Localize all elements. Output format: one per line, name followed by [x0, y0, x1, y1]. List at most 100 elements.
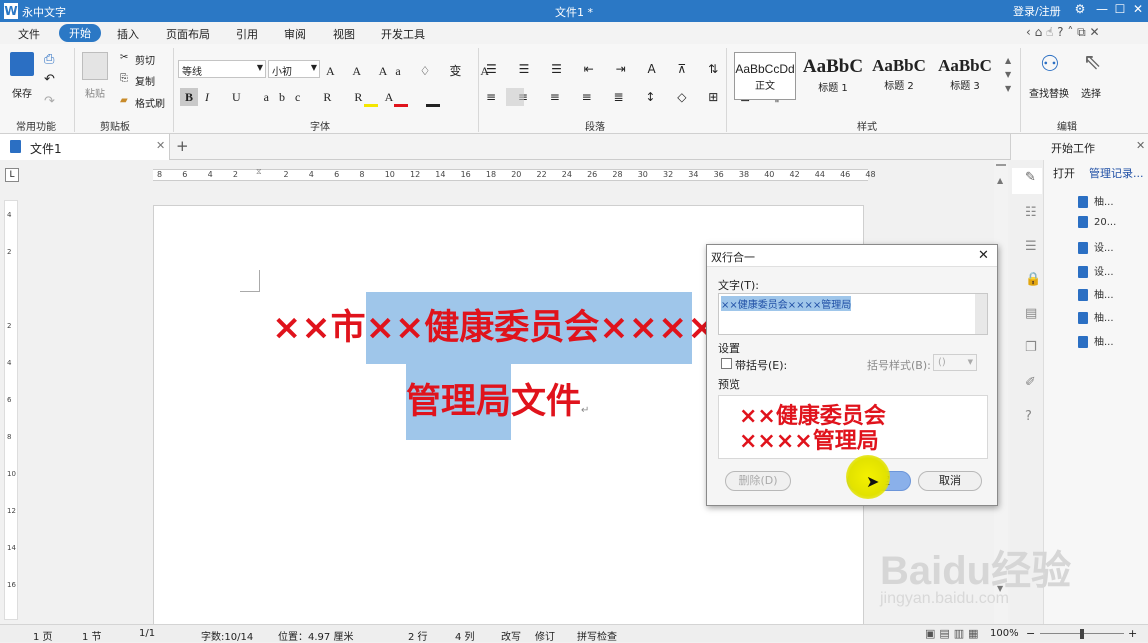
pen-icon[interactable]: ✎: [1025, 170, 1036, 185]
close-icon[interactable]: ✕: [1130, 2, 1146, 16]
minimize-icon[interactable]: —: [1094, 2, 1110, 16]
edit-icon[interactable]: ✐: [1025, 375, 1036, 390]
italic-icon[interactable]: I U abc R R A: [205, 90, 403, 105]
ruler-tick-label: 4: [207, 170, 213, 179]
style-preview: AaBbCcDd: [735, 62, 795, 76]
format-painter-button[interactable]: 格式刷: [135, 95, 165, 110]
ruler-tick-label: 32: [663, 170, 674, 179]
document-text: 文件: [511, 382, 582, 422]
paste-button[interactable]: 粘贴: [85, 85, 105, 100]
menu-file[interactable]: 文件: [18, 26, 40, 42]
list-icons[interactable]: ☰ ☰ ☰ ⇤ ⇥ A ⊼ ⇅: [486, 62, 727, 76]
open-link[interactable]: 打开: [1053, 165, 1075, 181]
lock-icon[interactable]: 🔒: [1025, 272, 1041, 287]
menu-review[interactable]: 审阅: [284, 26, 306, 42]
font-size-grow-icon[interactable]: A A Aa ♢ 变 A: [326, 62, 497, 79]
find-replace-button[interactable]: 查找替换: [1029, 85, 1069, 100]
dialog-titlebar[interactable]: 双行合一 ✕: [707, 245, 997, 267]
vruler-tick-label: 14: [7, 544, 16, 552]
text-input[interactable]: ××健康委员会××××管理局: [718, 293, 988, 335]
maximize-icon[interactable]: ☐: [1112, 2, 1128, 16]
copy-button[interactable]: 复制: [135, 73, 155, 88]
recent-file-item[interactable]: 设...: [1078, 263, 1114, 278]
text-input-scrollbar[interactable]: [975, 294, 987, 334]
layers-icon[interactable]: ☰: [1025, 239, 1037, 254]
zoom-out-icon[interactable]: −: [1026, 627, 1035, 640]
status-revise[interactable]: 修订: [535, 628, 555, 643]
sliders-icon[interactable]: ☷: [1025, 205, 1037, 220]
font-size-select[interactable]: 小初 ▼: [268, 60, 320, 78]
new-tab-icon[interactable]: +: [176, 137, 189, 155]
delete-button[interactable]: 删除(D): [725, 471, 791, 491]
tab-stop-icon[interactable]: L: [5, 168, 19, 182]
save-button[interactable]: 保存: [12, 85, 32, 100]
close-tab-icon[interactable]: ✕: [156, 139, 165, 152]
print-icon[interactable]: ⎙: [44, 52, 54, 67]
document-line-2[interactable]: 管理局文件↵: [406, 364, 589, 440]
recent-file-item[interactable]: 柚...: [1078, 309, 1114, 324]
select-button[interactable]: 选择: [1081, 85, 1101, 100]
bold-icon[interactable]: B: [180, 88, 198, 106]
task-pane-title: 开始工作: [1051, 142, 1095, 155]
shading-icon[interactable]: [426, 104, 440, 107]
style-heading1[interactable]: AaBbC 标题 1: [802, 52, 864, 100]
zoom-slider-thumb[interactable]: [1080, 629, 1084, 639]
menu-developer[interactable]: 开发工具: [381, 26, 425, 42]
ruler-tick-label: 26: [587, 170, 598, 179]
help-icon[interactable]: ?: [1025, 409, 1032, 424]
status-spell-check[interactable]: 拼写检查: [577, 628, 617, 643]
cursor-select-icon: ⇖: [1083, 50, 1102, 75]
style-heading3[interactable]: AaBbC 标题 3: [934, 52, 996, 100]
cancel-button[interactable]: 取消: [918, 471, 982, 491]
bracket-checkbox[interactable]: [721, 358, 732, 369]
close-icon[interactable]: ✕: [978, 248, 989, 263]
menu-page-layout[interactable]: 页面布局: [166, 26, 210, 42]
recent-file-item[interactable]: 柚...: [1078, 193, 1114, 208]
scroll-top-icon[interactable]: [996, 164, 1006, 166]
font-name-select[interactable]: 等线 ▼: [178, 60, 266, 78]
cut-button[interactable]: 剪切: [135, 52, 155, 67]
bracket-style-select[interactable]: () ▼: [933, 354, 977, 371]
style-heading2[interactable]: AaBbC 标题 2: [868, 52, 930, 100]
font-color-icon[interactable]: [394, 104, 408, 107]
indent-marker-icon[interactable]: ⧖: [256, 167, 262, 177]
vruler-tick-label: 4: [7, 359, 12, 367]
clipboard-icon[interactable]: ▤: [1025, 306, 1037, 321]
preview-text: ××健康委员会 ××××管理局: [739, 404, 886, 454]
settings-icon[interactable]: ⚙: [1072, 2, 1088, 16]
nav-back-icon[interactable]: ‹ ⌂ ☝ ? ˄ ⧉ ✕: [1026, 25, 1100, 40]
selected-text: 管理局: [406, 364, 512, 440]
zoom-in-icon[interactable]: +: [1128, 627, 1137, 640]
close-pane-icon[interactable]: ✕: [1136, 139, 1145, 152]
style-normal[interactable]: AaBbCcDd 正文: [734, 52, 796, 100]
highlight-icon[interactable]: [364, 104, 378, 107]
recent-file-item[interactable]: 柚...: [1078, 333, 1114, 348]
group-font-label: 字体: [310, 122, 330, 133]
menu-insert[interactable]: 插入: [117, 26, 139, 42]
menu-view[interactable]: 视图: [333, 26, 355, 42]
text-label: 文字(T):: [718, 279, 760, 292]
menu-references[interactable]: 引用: [236, 26, 258, 42]
view-mode-icons[interactable]: ▣▤▥▦: [925, 627, 983, 640]
redo-icon[interactable]: ↷: [44, 94, 55, 109]
status-row: 2 行: [408, 632, 428, 643]
menu-home[interactable]: 开始: [59, 24, 101, 42]
tab-document[interactable]: 文件1 ✕: [0, 134, 170, 160]
styles-scroll-icon[interactable]: ▲ ▼ ▼: [1005, 54, 1011, 96]
scroll-up-icon[interactable]: ▲: [997, 176, 1003, 185]
ruler-tick-label: 28: [612, 170, 623, 179]
manage-records-link[interactable]: 管理记录...: [1089, 165, 1144, 181]
copy-pane-icon[interactable]: ❐: [1025, 340, 1037, 355]
undo-icon[interactable]: ↶: [44, 72, 55, 87]
dialog-title: 双行合一: [711, 251, 755, 264]
ruler-tick-label: 10: [384, 170, 395, 179]
recent-file-item[interactable]: 设...: [1078, 239, 1114, 254]
recent-file-item[interactable]: 20...: [1078, 216, 1116, 228]
status-word-count[interactable]: 字数:10/14: [201, 628, 253, 643]
status-overwrite[interactable]: 改写: [501, 628, 521, 643]
recent-file-item[interactable]: 柚...: [1078, 286, 1114, 301]
ruler-tick-label: 24: [561, 170, 572, 179]
document-line-1[interactable]: ××市××健康委员会××××: [272, 292, 717, 364]
preview-line-1: ××健康委员会: [739, 404, 886, 429]
login-link[interactable]: 登录/注册: [1013, 3, 1061, 19]
